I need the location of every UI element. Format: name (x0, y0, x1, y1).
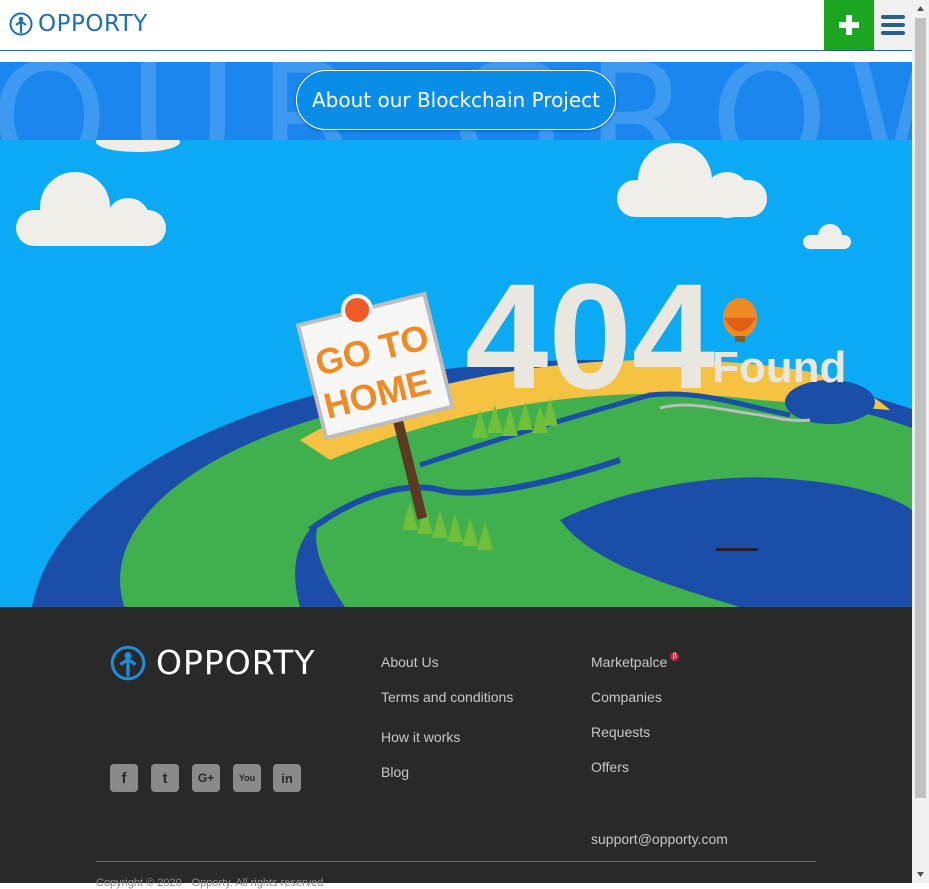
opporty-logo-icon (110, 645, 146, 680)
plus-icon (839, 15, 859, 35)
footer-link-companies[interactable]: Companies (591, 689, 662, 705)
footer-logo[interactable]: OPPORTY (110, 643, 316, 682)
footer-link-offers[interactable]: Offers (591, 759, 629, 775)
scroll-up-arrow-icon[interactable] (912, 0, 929, 17)
header-logo-text: OPPORTY (38, 11, 148, 37)
youtube-icon[interactable]: You (233, 764, 261, 792)
footer-link-about-us[interactable]: About Us (381, 654, 439, 670)
footer-link-terms[interactable]: Terms and conditions (381, 689, 513, 705)
header-logo[interactable]: OPPORTY (9, 11, 148, 37)
hamburger-menu-button[interactable] (874, 0, 912, 50)
scroll-down-arrow-icon[interactable] (912, 866, 929, 883)
footer-divider (96, 861, 816, 862)
marketplace-label: Marketpalce (591, 654, 668, 670)
google-plus-icon[interactable]: G+ (192, 764, 220, 792)
footer-logo-text: OPPORTY (156, 643, 316, 682)
clouds (16, 140, 851, 249)
error-code-text: 404 (465, 252, 715, 420)
footer-link-blog[interactable]: Blog (381, 764, 409, 780)
beta-badge: β (670, 652, 680, 661)
facebook-icon[interactable]: f (110, 764, 138, 792)
hot-air-balloon (723, 298, 757, 342)
error-word-text: Found (712, 343, 846, 392)
site-footer: OPPORTY About Us Terms and conditions Ho… (0, 607, 912, 889)
error-404-scene: 404 Found GO TO HOME (0, 140, 912, 607)
twitter-icon[interactable]: t (151, 764, 179, 792)
linkedin-icon[interactable]: in (273, 764, 301, 792)
top-header: OPPORTY (0, 0, 912, 51)
scrollbar-thumb[interactable] (915, 18, 926, 798)
page-scrollbar[interactable] (912, 0, 929, 883)
footer-link-marketplace[interactable]: Marketpalce β (591, 652, 680, 670)
opporty-logo-icon (9, 12, 33, 36)
add-button[interactable] (824, 0, 874, 50)
footer-link-requests[interactable]: Requests (591, 724, 650, 740)
earth-illustration: 404 Found GO TO HOME (16, 140, 912, 607)
footer-link-how-it-works[interactable]: How it works (381, 729, 460, 745)
support-email-link[interactable]: support@opporty.com (591, 831, 728, 847)
about-blockchain-button[interactable]: About our Blockchain Project (296, 70, 616, 130)
hamburger-menu-icon (881, 11, 905, 39)
copyright-text: Copyright © 2020 · Opporty. All rights r… (96, 877, 324, 889)
